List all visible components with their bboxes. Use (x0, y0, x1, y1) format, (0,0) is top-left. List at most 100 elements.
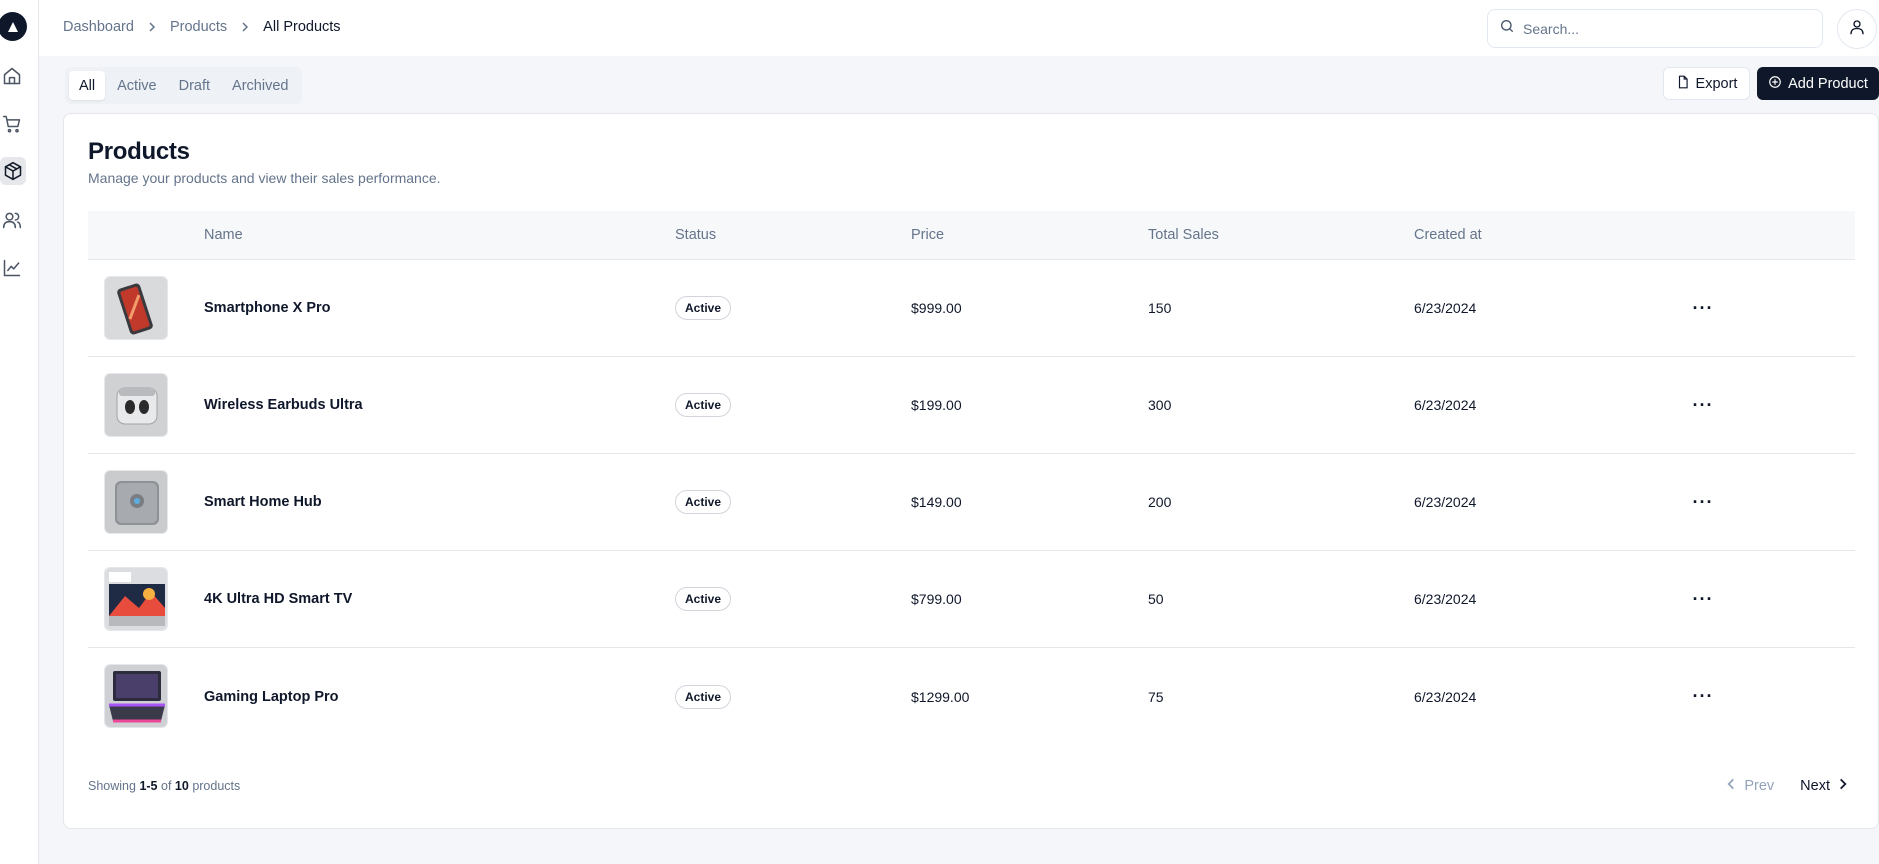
logo-icon[interactable] (0, 12, 27, 41)
export-label: Export (1695, 75, 1738, 92)
breadcrumb-all-products: All Products (263, 19, 341, 35)
product-name: Smart Home Hub (204, 494, 322, 510)
prev-label: Prev (1744, 778, 1775, 794)
chevron-right-icon (239, 21, 251, 33)
file-icon (1676, 75, 1690, 93)
product-total-sales: 200 (1148, 494, 1172, 510)
product-price: $149.00 (911, 494, 962, 510)
search-box[interactable] (1487, 9, 1823, 48)
status-badge: Active (675, 393, 732, 417)
add-product-label: Add Product (1788, 75, 1868, 92)
product-created-at: 6/23/2024 (1414, 591, 1477, 607)
status-badge: Active (675, 490, 732, 514)
package-icon[interactable] (0, 157, 26, 185)
column-header-name: Name (204, 227, 243, 243)
breadcrumb-products[interactable]: Products (170, 19, 227, 35)
column-header-total-sales: Total Sales (1148, 227, 1219, 243)
tab-draft[interactable]: Draft (169, 71, 220, 100)
row-actions-button[interactable]: ··· (1689, 585, 1717, 613)
shopping-cart-icon[interactable] (0, 112, 24, 136)
more-horizontal-icon: ··· (1692, 686, 1714, 706)
showing-range: 1-5 (139, 779, 158, 793)
showing-suffix: products (192, 779, 241, 793)
status-badge: Active (675, 296, 732, 320)
next-page-button[interactable]: Next (1794, 771, 1856, 801)
tab-archived[interactable]: Archived (222, 71, 298, 100)
top-header: Dashboard Products All Products (39, 0, 1879, 56)
more-horizontal-icon: ··· (1692, 491, 1714, 512)
chevron-right-icon (146, 21, 158, 33)
status-cell: Active (675, 393, 732, 417)
product-image (104, 373, 168, 437)
product-created-at: 6/23/2024 (1414, 397, 1477, 413)
sidebar (0, 0, 39, 864)
product-image (104, 664, 168, 728)
page-description: Manage your products and view their sale… (88, 170, 441, 186)
product-created-at: 6/23/2024 (1414, 300, 1477, 316)
product-total-sales: 50 (1148, 591, 1164, 607)
product-price: $999.00 (911, 300, 962, 316)
table-header: Name Status Price Total Sales Created at (88, 211, 1855, 260)
product-name: 4K Ultra HD Smart TV (204, 591, 353, 607)
page-title: Products (88, 138, 190, 165)
table-row: 4K Ultra HD Smart TV Active $799.00 50 6… (88, 551, 1855, 648)
product-image (104, 276, 168, 340)
status-cell: Active (675, 296, 732, 320)
pagination-info: Showing 1-5 of 10 products (88, 779, 240, 793)
product-created-at: 6/23/2024 (1414, 494, 1477, 510)
status-cell: Active (675, 587, 732, 611)
product-total-sales: 75 (1148, 688, 1164, 705)
status-tabs: All Active Draft Archived (65, 67, 303, 104)
product-image (104, 470, 168, 534)
column-header-created-at: Created at (1414, 227, 1482, 243)
more-horizontal-icon: ··· (1692, 588, 1714, 609)
showing-prefix: Showing (88, 779, 136, 793)
more-horizontal-icon: ··· (1692, 394, 1714, 415)
users-icon[interactable] (0, 208, 24, 232)
user-menu-button[interactable] (1837, 9, 1877, 49)
status-cell: Active (675, 490, 732, 514)
tab-active[interactable]: Active (107, 71, 167, 100)
row-actions-button[interactable]: ··· (1689, 683, 1717, 711)
home-icon[interactable] (0, 64, 24, 88)
showing-of: of (161, 779, 172, 793)
products-card: Products Manage your products and view t… (63, 113, 1879, 829)
search-input[interactable] (1523, 20, 1803, 37)
product-name: Wireless Earbuds Ultra (204, 397, 363, 413)
pagination: Prev Next (1718, 771, 1856, 801)
product-total-sales: 150 (1148, 300, 1172, 316)
row-actions-button[interactable]: ··· (1689, 488, 1717, 516)
table-row: Smartphone X Pro Active $999.00 150 6/23… (88, 260, 1855, 357)
plus-circle-icon (1768, 75, 1782, 93)
add-product-button[interactable]: Add Product (1757, 67, 1879, 100)
line-chart-icon[interactable] (0, 256, 24, 280)
user-icon (1848, 18, 1866, 41)
products-table: Name Status Price Total Sales Created at… (88, 211, 1855, 745)
chevron-right-icon (1836, 777, 1850, 795)
next-label: Next (1800, 778, 1830, 794)
chevron-left-icon (1724, 777, 1738, 795)
more-horizontal-icon: ··· (1692, 297, 1714, 318)
row-actions-button[interactable]: ··· (1689, 391, 1717, 419)
column-header-status: Status (675, 227, 717, 243)
product-total-sales: 300 (1148, 397, 1172, 413)
product-price: $1299.00 (911, 688, 970, 705)
table-row: Wireless Earbuds Ultra Active $199.00 30… (88, 357, 1855, 454)
status-cell: Active (675, 684, 732, 709)
table-row: Gaming Laptop Pro Active $1299.00 75 6/2… (88, 648, 1855, 745)
column-header-price: Price (911, 227, 945, 243)
product-price: $799.00 (911, 591, 962, 607)
product-created-at: 6/23/2024 (1414, 688, 1477, 705)
product-name: Gaming Laptop Pro (204, 688, 339, 705)
product-name: Smartphone X Pro (204, 300, 331, 316)
status-badge: Active (675, 684, 732, 709)
tab-all[interactable]: All (69, 71, 106, 100)
table-row: Smart Home Hub Active $149.00 200 6/23/2… (88, 454, 1855, 551)
search-icon (1499, 18, 1515, 39)
row-actions-button[interactable]: ··· (1689, 294, 1717, 322)
breadcrumb: Dashboard Products All Products (63, 19, 341, 35)
export-button[interactable]: Export (1663, 67, 1750, 100)
breadcrumb-dashboard[interactable]: Dashboard (63, 19, 134, 35)
product-image (104, 567, 168, 631)
prev-page-button[interactable]: Prev (1718, 771, 1780, 801)
